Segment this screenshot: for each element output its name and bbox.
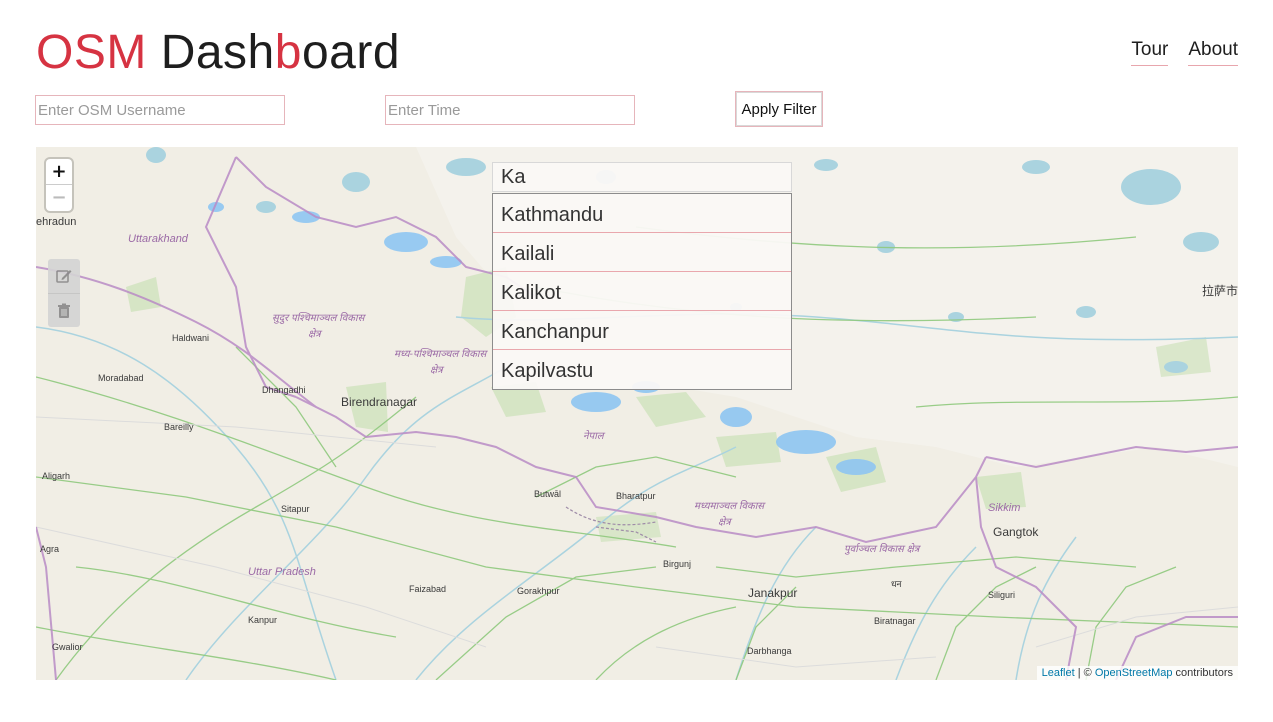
apply-filter-button[interactable]: Apply Filter xyxy=(735,91,823,127)
svg-text:मध्यमाञ्चल विकास: मध्यमाञ्चल विकास xyxy=(694,500,766,512)
svg-text:Uttarakhand: Uttarakhand xyxy=(128,233,189,245)
app-logo[interactable]: OSM Dashboard xyxy=(36,24,400,82)
delete-layers-button[interactable] xyxy=(48,293,80,327)
username-input[interactable] xyxy=(35,95,285,125)
draw-toolbar xyxy=(48,259,80,327)
zoom-in-button[interactable]: + xyxy=(46,159,72,185)
svg-text:ehradun: ehradun xyxy=(36,216,76,228)
suggestion-item[interactable]: Kanchanpur xyxy=(493,311,791,350)
search-suggestions: Kathmandu Kailali Kalikot Kanchanpur Kap… xyxy=(492,193,792,390)
suggestion-item[interactable]: Kapilvastu xyxy=(493,350,791,389)
zoom-control: + − xyxy=(46,159,72,211)
svg-text:Birendranagar: Birendranagar xyxy=(341,395,417,409)
logo-oard: oard xyxy=(301,26,401,79)
leaflet-link[interactable]: Leaflet xyxy=(1042,667,1075,679)
svg-text:Siliguri: Siliguri xyxy=(988,590,1015,600)
svg-text:Gorakhpur: Gorakhpur xyxy=(517,586,560,596)
osm-link[interactable]: OpenStreetMap xyxy=(1095,667,1173,679)
svg-text:Biratnagar: Biratnagar xyxy=(874,616,916,626)
attribution-separator: | © xyxy=(1074,667,1095,679)
edit-icon xyxy=(56,270,72,283)
logo-b: b xyxy=(274,26,302,79)
map-view[interactable]: ehradun Uttarakhand Haldwani Moradabad B… xyxy=(36,147,1238,680)
map-attribution: Leaflet | © OpenStreetMap contributors xyxy=(1036,666,1238,680)
svg-text:Bharatpur: Bharatpur xyxy=(616,491,656,501)
attribution-contributors: contributors xyxy=(1172,667,1233,679)
suggestion-item[interactable]: Kathmandu xyxy=(493,194,791,233)
suggestion-item[interactable]: Kalikot xyxy=(493,272,791,311)
suggestion-item[interactable]: Kailali xyxy=(493,233,791,272)
svg-text:Bareilly: Bareilly xyxy=(164,422,194,432)
svg-text:Sitapur: Sitapur xyxy=(281,504,310,514)
svg-text:Birgunj: Birgunj xyxy=(663,559,691,569)
zoom-out-button[interactable]: − xyxy=(46,185,72,211)
svg-text:पुर्वाञ्चल विकास क्षेत्र: पुर्वाञ्चल विकास क्षेत्र xyxy=(844,543,922,555)
svg-text:Agra: Agra xyxy=(40,544,59,554)
svg-text:Faizabad: Faizabad xyxy=(409,584,446,594)
svg-text:Dhangadhi: Dhangadhi xyxy=(262,385,306,395)
trash-icon xyxy=(58,303,70,318)
svg-text:Uttar Pradesh: Uttar Pradesh xyxy=(248,566,316,578)
svg-text:Aligarh: Aligarh xyxy=(42,471,70,481)
nav-about-link[interactable]: About xyxy=(1188,39,1238,66)
svg-text:मध्य-पश्चिमाञ्चल विकास: मध्य-पश्चिमाञ्चल विकास xyxy=(394,348,489,360)
logo-dash: Dash xyxy=(160,26,275,79)
place-search-input[interactable]: Ka xyxy=(492,162,792,192)
svg-text:Butwāl: Butwāl xyxy=(534,489,561,499)
svg-text:Moradabad: Moradabad xyxy=(98,373,144,383)
svg-text:Haldwani: Haldwani xyxy=(172,333,209,343)
nav-tour-link[interactable]: Tour xyxy=(1131,39,1169,66)
svg-text:Gwalior: Gwalior xyxy=(52,642,83,652)
svg-text:धन: धन xyxy=(891,579,903,589)
svg-text:Darbhanga: Darbhanga xyxy=(747,646,792,656)
top-nav: Tour About xyxy=(1131,39,1238,66)
svg-text:सुदुर पश्चिमाञ्चल विकास: सुदुर पश्चिमाञ्चल विकास xyxy=(272,312,367,324)
svg-text:Gangtok: Gangtok xyxy=(993,525,1039,539)
svg-text:नेपाल: नेपाल xyxy=(583,430,606,442)
svg-text:Sikkim: Sikkim xyxy=(988,502,1020,514)
svg-text:拉萨市: 拉萨市 xyxy=(1202,283,1238,298)
edit-layers-button[interactable] xyxy=(48,259,80,293)
svg-text:Janakpur: Janakpur xyxy=(748,586,797,600)
logo-osm: OSM xyxy=(36,26,147,79)
svg-text:Kanpur: Kanpur xyxy=(248,615,277,625)
time-input[interactable] xyxy=(385,95,635,125)
